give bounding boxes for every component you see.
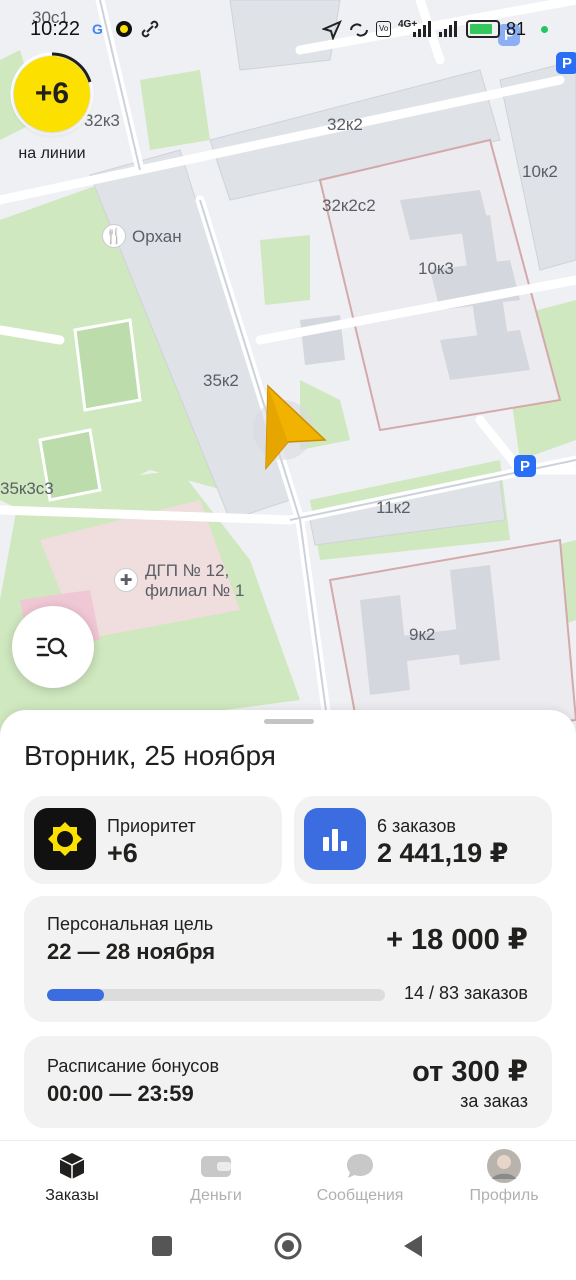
battery-charging-icon bbox=[466, 20, 500, 38]
hospital-icon[interactable]: ✚ bbox=[114, 568, 138, 592]
tab-label: Сообщения bbox=[316, 1187, 404, 1204]
priority-caption: Приоритет bbox=[107, 816, 196, 836]
tab-orders[interactable]: Заказы bbox=[0, 1149, 144, 1209]
bonus-title: Расписание бонусов bbox=[47, 1056, 220, 1076]
restaurant-icon[interactable]: 🍴 bbox=[102, 224, 126, 248]
bonus-schedule-card[interactable]: Расписание бонусов 00:00 — 23:59 от 300 … bbox=[24, 1036, 552, 1128]
tab-label: Профиль bbox=[469, 1187, 539, 1204]
bonus-amount: от 300 ₽ bbox=[412, 1056, 528, 1088]
orders-count: 6 заказов bbox=[377, 816, 456, 836]
priority-card[interactable]: Приоритет +6 bbox=[24, 796, 282, 884]
map-label: 35к3с3 bbox=[0, 479, 54, 498]
goal-title: Персональная цель bbox=[47, 914, 214, 934]
map-poi-label[interactable]: филиал № 1 bbox=[145, 581, 244, 601]
signal-4g-icon bbox=[412, 20, 434, 42]
map-poi-label[interactable]: ДГП № 12, bbox=[145, 561, 229, 581]
chat-bubble-icon bbox=[288, 1149, 432, 1183]
orders-earnings: 2 441,19 ₽ bbox=[377, 838, 509, 868]
tab-messages[interactable]: Сообщения bbox=[288, 1149, 432, 1209]
line-status-badge[interactable]: +6 bbox=[14, 56, 90, 132]
priority-value: +6 bbox=[107, 838, 138, 868]
status-time: 10:22 bbox=[30, 18, 81, 40]
avatar-icon bbox=[432, 1149, 576, 1183]
goal-dates: 22 — 28 ноября bbox=[47, 939, 216, 964]
map-label: 10к3 bbox=[418, 259, 454, 278]
bar-chart-icon bbox=[304, 808, 366, 870]
map-label: 9к2 bbox=[409, 625, 436, 644]
goal-progress-bar bbox=[47, 989, 385, 1001]
volte-icon: Vo bbox=[376, 21, 392, 37]
sheet-drag-handle[interactable] bbox=[264, 719, 314, 724]
search-orders-button[interactable] bbox=[12, 606, 94, 688]
yandex-pro-icon bbox=[115, 20, 133, 42]
map-label: 10к2 bbox=[522, 162, 558, 181]
tab-label: Деньги bbox=[190, 1187, 242, 1204]
wallet-icon bbox=[144, 1149, 288, 1183]
privacy-indicator-dot bbox=[541, 26, 548, 33]
tab-profile[interactable]: Профиль bbox=[432, 1149, 576, 1209]
line-status-label: на линии bbox=[18, 145, 86, 162]
sync-icon bbox=[348, 20, 370, 44]
goal-progress-text: 14 / 83 заказов bbox=[403, 983, 528, 1003]
map-label: 32к2с2 bbox=[322, 196, 376, 215]
orders-summary-card[interactable]: 6 заказов 2 441,19 ₽ bbox=[294, 796, 552, 884]
line-status-count: +6 bbox=[34, 77, 70, 110]
map-label: 35к2 bbox=[203, 371, 239, 390]
tab-money[interactable]: Деньги bbox=[144, 1149, 288, 1209]
sheet-title: Вторник, 25 ноября bbox=[24, 740, 276, 771]
bonus-time: 00:00 — 23:59 bbox=[47, 1081, 194, 1106]
link-icon bbox=[141, 20, 159, 42]
bottom-tab-bar: Заказы Деньги Сообщения Профиль bbox=[0, 1140, 576, 1214]
personal-goal-card[interactable]: Персональная цель 22 — 28 ноября + 18 00… bbox=[24, 896, 552, 1022]
back-button[interactable] bbox=[404, 1235, 422, 1257]
bonus-per-order: за заказ bbox=[460, 1091, 528, 1111]
priority-badge-icon bbox=[34, 808, 96, 870]
parking-icon[interactable]: P bbox=[514, 455, 536, 477]
recents-button[interactable] bbox=[152, 1236, 172, 1256]
battery-percent: 81 bbox=[506, 19, 527, 39]
status-bar: 10:22 G Vo 4G+ 81 bbox=[0, 0, 576, 58]
map-label: 32к2 bbox=[327, 115, 363, 134]
signal-icon bbox=[438, 20, 460, 42]
map-poi-label[interactable]: Орхан bbox=[132, 227, 182, 247]
tab-label: Заказы bbox=[45, 1187, 99, 1204]
location-arrow-icon bbox=[321, 20, 342, 44]
orders-cube-icon bbox=[0, 1149, 144, 1183]
goal-reward: + 18 000 ₽ bbox=[386, 924, 528, 956]
map-label: 11к2 bbox=[376, 498, 411, 517]
google-icon: G bbox=[92, 21, 103, 37]
system-nav-bar bbox=[0, 1214, 576, 1280]
list-search-icon bbox=[36, 637, 68, 658]
goal-progress-fill bbox=[47, 989, 105, 1001]
